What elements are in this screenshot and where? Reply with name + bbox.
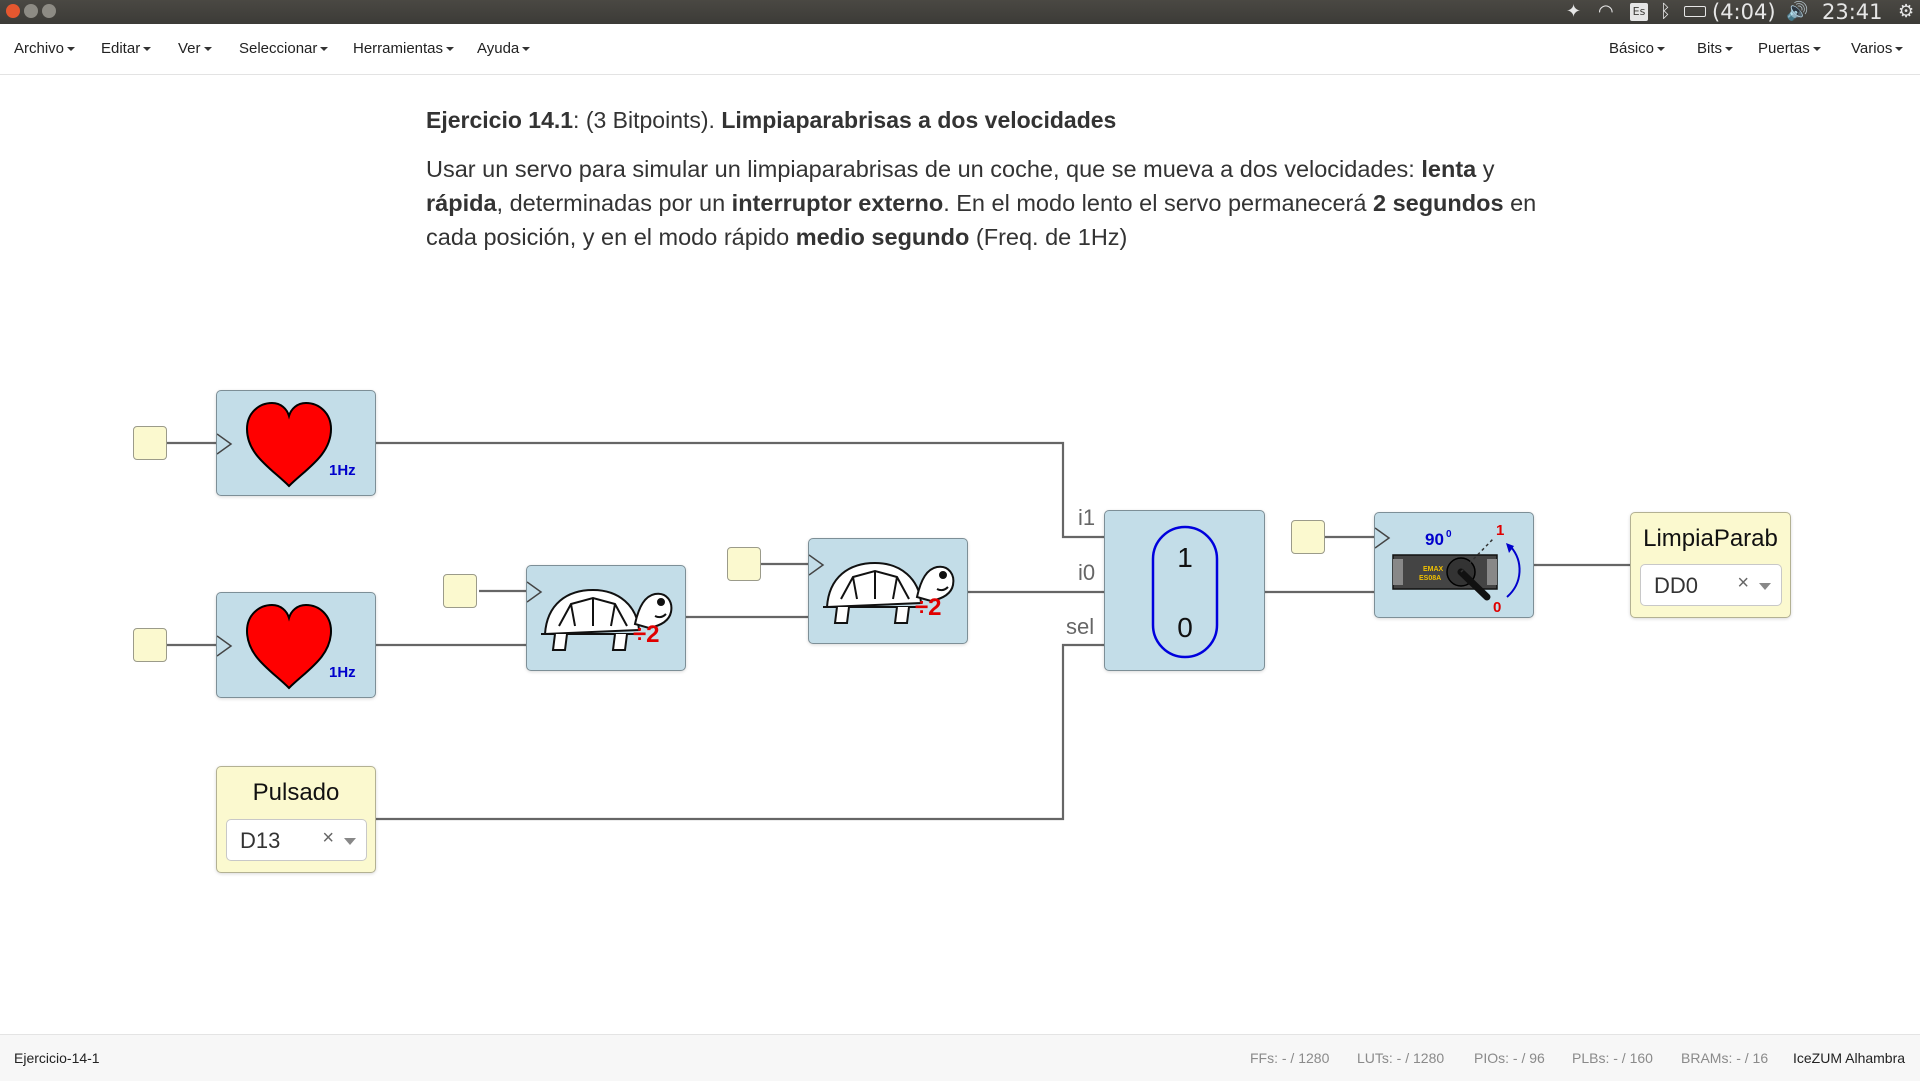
clear-icon[interactable]: × <box>322 827 334 850</box>
divider-by-2-block[interactable]: ÷2 <box>808 538 968 644</box>
divider-factor-label: ÷2 <box>633 621 660 648</box>
constant-block[interactable] <box>133 628 167 662</box>
clock-input-triangle <box>217 635 233 657</box>
mux-port-i1-label: i1 <box>1078 505 1096 530</box>
input-pin-value: D13 <box>240 828 281 853</box>
servo-brand-label: EMAX <box>1423 566 1444 573</box>
frequency-label: 1Hz <box>329 664 356 681</box>
status-bar: Ejercicio-14-1 FFs: - / 1280 LUTs: - / 1… <box>0 1034 1920 1081</box>
servo-angle-label: 90 <box>1425 530 1444 549</box>
project-filename: Ejercicio-14-1 <box>14 1050 100 1066</box>
heart-icon <box>245 401 333 488</box>
mux-port-sel-label: sel <box>1066 614 1095 639</box>
servo-block[interactable]: 90 0 EMAX ES08A 1 0 <box>1374 512 1534 618</box>
board-name[interactable]: IceZUM Alhambra <box>1793 1050 1905 1066</box>
constant-block[interactable] <box>1291 520 1325 554</box>
constant-block[interactable] <box>443 574 477 608</box>
divider-factor-label: ÷2 <box>915 594 942 621</box>
dropdown-arrow-icon[interactable] <box>1759 583 1771 590</box>
multiplexer-2-1-block[interactable]: 1 0 <box>1104 510 1265 671</box>
servo-position-1-label: 1 <box>1496 522 1504 539</box>
constant-block[interactable] <box>133 426 167 460</box>
servo-position-0-label: 0 <box>1493 599 1501 616</box>
clock-input-triangle <box>217 433 233 455</box>
output-pin-block[interactable]: LimpiaParab DD0 × <box>1630 512 1791 618</box>
divider-by-2-block[interactable]: ÷2 <box>526 565 686 671</box>
frequency-label: 1Hz <box>329 462 356 479</box>
clear-icon[interactable]: × <box>1737 572 1749 595</box>
clock-input-triangle <box>1375 527 1391 549</box>
clock-input-triangle <box>809 554 825 576</box>
mux-value-1: 1 <box>1177 542 1193 573</box>
servo-angle-degree: 0 <box>1446 529 1452 540</box>
ffs-usage: FFs: - / 1280 <box>1250 1050 1330 1066</box>
input-pin-select[interactable]: D13 × <box>226 819 367 861</box>
brams-usage: BRAMs: - / 16 <box>1681 1050 1769 1066</box>
luts-usage: LUTs: - / 1280 <box>1357 1050 1445 1066</box>
plbs-usage: PLBs: - / 160 <box>1572 1050 1653 1066</box>
clock-input-triangle <box>527 581 543 603</box>
heart-icon <box>245 603 333 690</box>
input-pin-block[interactable]: Pulsado D13 × <box>216 766 376 873</box>
input-label: Pulsado <box>252 779 340 806</box>
output-pin-select[interactable]: DD0 × <box>1640 564 1782 606</box>
wire-heart1-mux-i1 <box>375 441 1104 539</box>
output-label: LimpiaParab <box>1643 525 1778 552</box>
servo-motor-icon: EMAX ES08A <box>1392 538 1498 601</box>
mux-port-i0-label: i0 <box>1078 560 1096 585</box>
rotation-arrow-icon <box>1506 546 1521 598</box>
output-pin-value: DD0 <box>1654 573 1699 598</box>
servo-model-label: ES08A <box>1419 575 1441 582</box>
pios-usage: PIOs: - / 96 <box>1474 1050 1545 1066</box>
mux-value-0: 0 <box>1177 612 1193 643</box>
heart-1hz-block[interactable]: 1Hz <box>216 390 376 496</box>
heart-1hz-block[interactable]: 1Hz <box>216 592 376 698</box>
constant-block[interactable] <box>727 547 761 581</box>
wire-input-mux-sel <box>375 643 1104 821</box>
dropdown-arrow-icon[interactable] <box>344 838 356 845</box>
